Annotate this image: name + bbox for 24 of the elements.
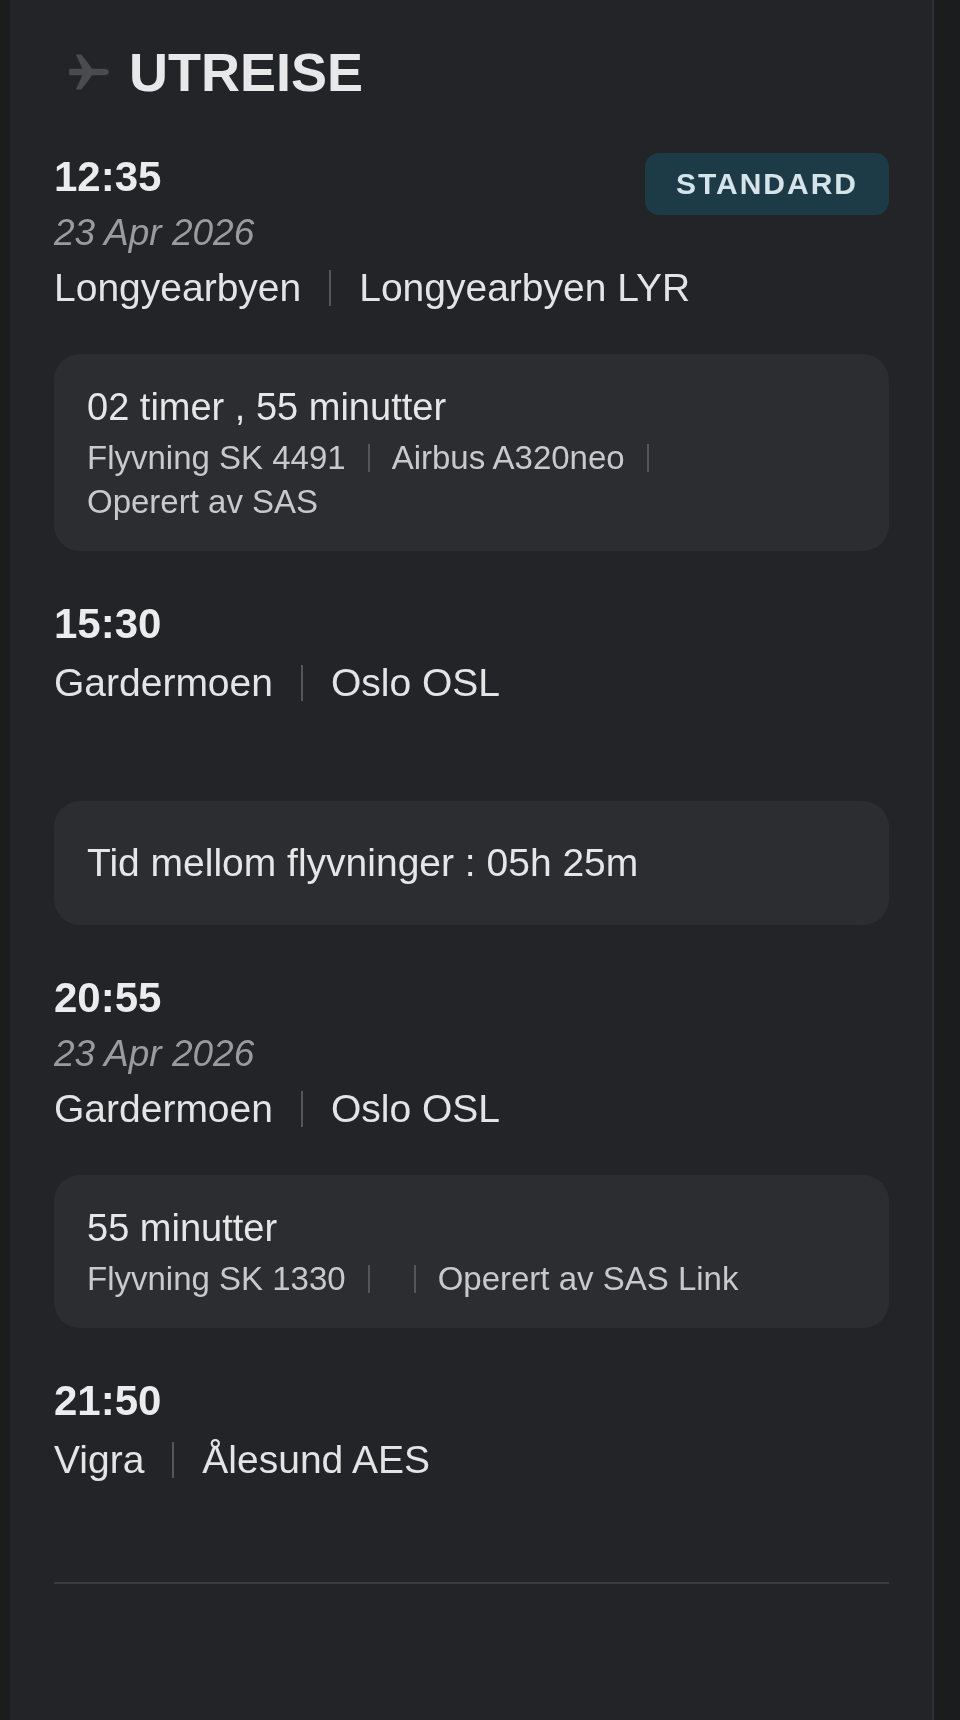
- fare-badge: STANDARD: [644, 153, 889, 215]
- time-text: 20:55: [54, 974, 162, 1022]
- time-text: 21:50: [54, 1377, 162, 1425]
- date-text: 23 Apr 2026: [54, 212, 256, 254]
- airport-text: Oslo OSL: [330, 1087, 500, 1131]
- duration-text: 02 timer , 55 minutter: [87, 386, 448, 429]
- airport-text: Ålesund AES: [202, 1438, 430, 1482]
- place-text: Vigra: [54, 1438, 145, 1482]
- time-text: 12:35: [54, 153, 162, 201]
- date-text: 23 Apr 2026: [54, 1033, 256, 1075]
- place-text: Gardermoen: [54, 1087, 273, 1131]
- section-title: UTREISE: [129, 41, 364, 103]
- airport-text: Oslo OSL: [330, 661, 500, 705]
- flight-number: Flyvning SK 4491: [87, 439, 346, 477]
- place-text: Longyearbyen: [54, 266, 302, 310]
- layover-text: Tid mellom flyvninger : 05h 25m: [87, 841, 639, 884]
- place-text: Gardermoen: [54, 661, 273, 705]
- operator-text: Operert av SAS: [87, 483, 319, 521]
- duration-text: 55 minutter: [87, 1207, 279, 1250]
- aircraft-text: Airbus A320neo: [391, 439, 625, 477]
- flight-number: Flyvning SK 1330: [87, 1260, 346, 1298]
- operator-text: Operert av SAS Link: [437, 1260, 739, 1298]
- airport-text: Longyearbyen LYR: [359, 266, 691, 310]
- time-text: 15:30: [54, 600, 162, 648]
